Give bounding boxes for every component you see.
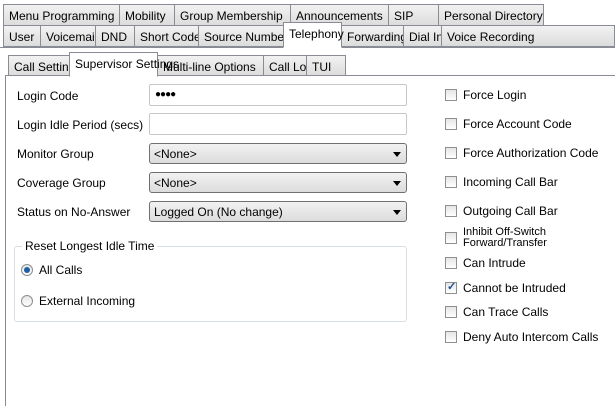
coverage-group-label: Coverage Group bbox=[17, 176, 106, 190]
checkbox-force-account-code[interactable] bbox=[445, 118, 457, 130]
monitor-group-select[interactable]: <None> bbox=[149, 143, 407, 164]
checkbox-force-authorization-code[interactable] bbox=[445, 147, 457, 159]
login-code-input[interactable]: ●●●● bbox=[149, 84, 407, 106]
radio-external-incoming[interactable] bbox=[21, 295, 33, 307]
chevron-down-icon bbox=[393, 181, 401, 186]
checkbox-label: Deny Auto Intercom Calls bbox=[463, 330, 599, 344]
login-idle-label: Login Idle Period (secs) bbox=[17, 118, 144, 132]
tab-dnd[interactable]: DND bbox=[95, 25, 135, 47]
checkbox-can-intrude[interactable] bbox=[445, 257, 457, 269]
tab-short-codes[interactable]: Short Codes bbox=[134, 25, 207, 47]
status-no-answer-label: Status on No-Answer bbox=[17, 205, 131, 219]
checkbox-incoming-call-bar[interactable] bbox=[445, 176, 457, 188]
tab-mobility[interactable]: Mobility bbox=[119, 4, 175, 26]
radio-external-incoming-label: External Incoming bbox=[39, 294, 136, 308]
checkbox-label: Can Intrude bbox=[463, 256, 526, 270]
tab-group-membership[interactable]: Group Membership bbox=[174, 4, 291, 26]
tab-source-numbers[interactable]: Source Numbers bbox=[198, 25, 294, 47]
chevron-down-icon bbox=[393, 210, 401, 215]
checkbox-label: Force Authorization Code bbox=[463, 146, 599, 160]
subtab-call-log[interactable]: Call Log bbox=[263, 55, 313, 76]
tab-telephony[interactable]: Telephony bbox=[283, 22, 344, 48]
radio-all-calls[interactable] bbox=[21, 264, 33, 276]
checkbox-inhibit-off-switch[interactable] bbox=[445, 232, 457, 244]
status-no-answer-value: Logged On (No change) bbox=[154, 205, 283, 219]
login-idle-input[interactable] bbox=[149, 113, 407, 135]
tab-voicemail[interactable]: Voicemail bbox=[40, 25, 97, 47]
tab-sip[interactable]: SIP bbox=[388, 4, 439, 26]
checkbox-label: Force Account Code bbox=[463, 117, 572, 131]
checkbox-can-trace-calls[interactable] bbox=[445, 306, 457, 318]
status-no-answer-select[interactable]: Logged On (No change) bbox=[149, 201, 407, 222]
tab-dial-in[interactable]: Dial In bbox=[403, 25, 443, 47]
checkbox-outgoing-call-bar[interactable] bbox=[445, 205, 457, 217]
reset-idle-group bbox=[14, 246, 407, 322]
tab-voice-recording[interactable]: Voice Recording bbox=[441, 25, 615, 47]
checkbox-cannot-be-intruded[interactable] bbox=[445, 280, 457, 294]
radio-all-calls-label: All Calls bbox=[39, 263, 83, 277]
subtab-tui[interactable]: TUI bbox=[306, 55, 346, 76]
coverage-group-select[interactable]: <None> bbox=[149, 172, 407, 193]
reset-idle-group-title: Reset Longest Idle Time bbox=[22, 239, 158, 253]
login-code-label: Login Code bbox=[17, 89, 79, 103]
checkbox-label: Incoming Call Bar bbox=[463, 175, 558, 189]
checkbox-label: Inhibit Off-Switch Forward/Transfer bbox=[463, 226, 547, 249]
tab-menu-programming[interactable]: Menu Programming bbox=[3, 4, 120, 26]
checkbox-deny-auto-intercom[interactable] bbox=[445, 331, 457, 343]
checkbox-label: Can Trace Calls bbox=[463, 305, 549, 319]
subtab-call-settings[interactable]: Call Settings bbox=[8, 55, 81, 76]
tab-user[interactable]: User bbox=[3, 25, 41, 47]
tab-forwarding[interactable]: Forwarding bbox=[341, 25, 407, 47]
coverage-group-value: <None> bbox=[154, 176, 197, 190]
tab-personal-directory[interactable]: Personal Directory bbox=[438, 4, 544, 26]
checkbox-label: Outgoing Call Bar bbox=[463, 204, 558, 218]
checkbox-label: Cannot be Intruded bbox=[463, 281, 566, 295]
subtab-supervisor-settings[interactable]: Supervisor Settings bbox=[69, 52, 179, 77]
checkbox-label: Force Login bbox=[463, 88, 527, 102]
monitor-group-label: Monitor Group bbox=[17, 147, 94, 161]
chevron-down-icon bbox=[393, 152, 401, 157]
checkbox-force-login[interactable] bbox=[445, 89, 457, 101]
monitor-group-value: <None> bbox=[154, 147, 197, 161]
